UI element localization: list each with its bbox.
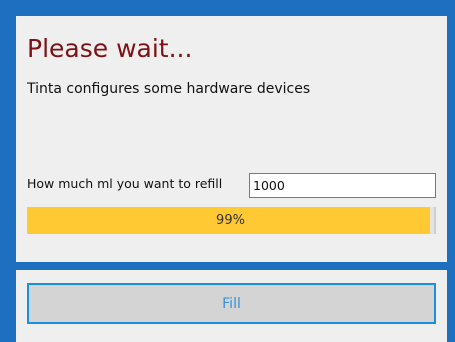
refill-amount-label: How much ml you want to refill: [27, 176, 223, 191]
dialog-subtitle: Tinta configures some hardware devices: [27, 81, 311, 97]
footer-panel: Fill: [16, 270, 447, 342]
dialog-title: Please wait...: [27, 34, 193, 63]
progress-bar: 99%: [27, 207, 436, 234]
progress-percentage: 99%: [216, 213, 245, 228]
refill-amount-input[interactable]: [249, 173, 436, 198]
fill-button[interactable]: Fill: [27, 283, 436, 324]
dialog-panel: Please wait... Tinta configures some har…: [16, 16, 447, 262]
